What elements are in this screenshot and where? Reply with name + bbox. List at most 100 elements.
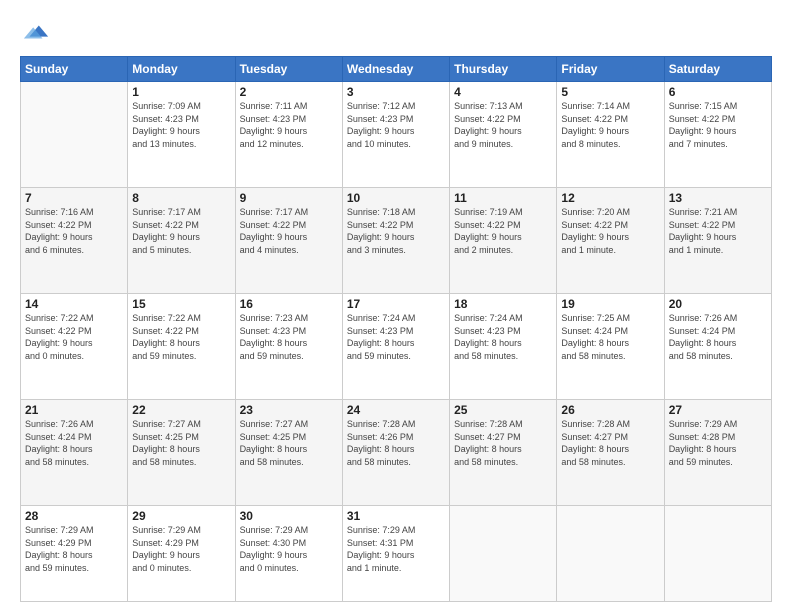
calendar-cell: 12Sunrise: 7:20 AMSunset: 4:22 PMDayligh… bbox=[557, 188, 664, 294]
calendar-cell: 4Sunrise: 7:13 AMSunset: 4:22 PMDaylight… bbox=[450, 82, 557, 188]
calendar-header-tuesday: Tuesday bbox=[235, 57, 342, 82]
logo-icon bbox=[22, 18, 50, 46]
day-number: 30 bbox=[240, 509, 338, 523]
day-info: Sunrise: 7:24 AMSunset: 4:23 PMDaylight:… bbox=[454, 312, 552, 362]
day-number: 6 bbox=[669, 85, 767, 99]
day-info: Sunrise: 7:28 AMSunset: 4:26 PMDaylight:… bbox=[347, 418, 445, 468]
day-info: Sunrise: 7:29 AMSunset: 4:29 PMDaylight:… bbox=[132, 524, 230, 574]
calendar-cell: 27Sunrise: 7:29 AMSunset: 4:28 PMDayligh… bbox=[664, 400, 771, 506]
calendar-header-wednesday: Wednesday bbox=[342, 57, 449, 82]
day-number: 25 bbox=[454, 403, 552, 417]
day-info: Sunrise: 7:26 AMSunset: 4:24 PMDaylight:… bbox=[669, 312, 767, 362]
day-number: 7 bbox=[25, 191, 123, 205]
calendar-cell: 14Sunrise: 7:22 AMSunset: 4:22 PMDayligh… bbox=[21, 294, 128, 400]
calendar-cell: 21Sunrise: 7:26 AMSunset: 4:24 PMDayligh… bbox=[21, 400, 128, 506]
day-info: Sunrise: 7:27 AMSunset: 4:25 PMDaylight:… bbox=[240, 418, 338, 468]
calendar-cell: 31Sunrise: 7:29 AMSunset: 4:31 PMDayligh… bbox=[342, 506, 449, 602]
calendar-cell: 6Sunrise: 7:15 AMSunset: 4:22 PMDaylight… bbox=[664, 82, 771, 188]
calendar-week-3: 14Sunrise: 7:22 AMSunset: 4:22 PMDayligh… bbox=[21, 294, 772, 400]
day-number: 2 bbox=[240, 85, 338, 99]
day-number: 4 bbox=[454, 85, 552, 99]
day-info: Sunrise: 7:29 AMSunset: 4:29 PMDaylight:… bbox=[25, 524, 123, 574]
day-info: Sunrise: 7:13 AMSunset: 4:22 PMDaylight:… bbox=[454, 100, 552, 150]
day-info: Sunrise: 7:24 AMSunset: 4:23 PMDaylight:… bbox=[347, 312, 445, 362]
calendar-cell bbox=[21, 82, 128, 188]
day-number: 24 bbox=[347, 403, 445, 417]
calendar-header-sunday: Sunday bbox=[21, 57, 128, 82]
day-info: Sunrise: 7:19 AMSunset: 4:22 PMDaylight:… bbox=[454, 206, 552, 256]
day-info: Sunrise: 7:25 AMSunset: 4:24 PMDaylight:… bbox=[561, 312, 659, 362]
calendar-header-monday: Monday bbox=[128, 57, 235, 82]
calendar-cell: 25Sunrise: 7:28 AMSunset: 4:27 PMDayligh… bbox=[450, 400, 557, 506]
calendar-week-1: 1Sunrise: 7:09 AMSunset: 4:23 PMDaylight… bbox=[21, 82, 772, 188]
day-info: Sunrise: 7:11 AMSunset: 4:23 PMDaylight:… bbox=[240, 100, 338, 150]
calendar-cell: 15Sunrise: 7:22 AMSunset: 4:22 PMDayligh… bbox=[128, 294, 235, 400]
day-number: 1 bbox=[132, 85, 230, 99]
calendar-week-4: 21Sunrise: 7:26 AMSunset: 4:24 PMDayligh… bbox=[21, 400, 772, 506]
header bbox=[20, 18, 772, 46]
day-info: Sunrise: 7:18 AMSunset: 4:22 PMDaylight:… bbox=[347, 206, 445, 256]
calendar-cell: 8Sunrise: 7:17 AMSunset: 4:22 PMDaylight… bbox=[128, 188, 235, 294]
day-info: Sunrise: 7:17 AMSunset: 4:22 PMDaylight:… bbox=[132, 206, 230, 256]
calendar-cell: 2Sunrise: 7:11 AMSunset: 4:23 PMDaylight… bbox=[235, 82, 342, 188]
day-number: 8 bbox=[132, 191, 230, 205]
day-number: 11 bbox=[454, 191, 552, 205]
day-info: Sunrise: 7:14 AMSunset: 4:22 PMDaylight:… bbox=[561, 100, 659, 150]
calendar-cell bbox=[557, 506, 664, 602]
day-number: 26 bbox=[561, 403, 659, 417]
calendar-cell bbox=[450, 506, 557, 602]
page: SundayMondayTuesdayWednesdayThursdayFrid… bbox=[0, 0, 792, 612]
day-info: Sunrise: 7:16 AMSunset: 4:22 PMDaylight:… bbox=[25, 206, 123, 256]
day-info: Sunrise: 7:28 AMSunset: 4:27 PMDaylight:… bbox=[454, 418, 552, 468]
day-number: 10 bbox=[347, 191, 445, 205]
day-number: 29 bbox=[132, 509, 230, 523]
calendar-cell: 1Sunrise: 7:09 AMSunset: 4:23 PMDaylight… bbox=[128, 82, 235, 188]
calendar-cell: 5Sunrise: 7:14 AMSunset: 4:22 PMDaylight… bbox=[557, 82, 664, 188]
calendar-cell: 7Sunrise: 7:16 AMSunset: 4:22 PMDaylight… bbox=[21, 188, 128, 294]
day-info: Sunrise: 7:22 AMSunset: 4:22 PMDaylight:… bbox=[25, 312, 123, 362]
day-number: 22 bbox=[132, 403, 230, 417]
calendar-cell: 26Sunrise: 7:28 AMSunset: 4:27 PMDayligh… bbox=[557, 400, 664, 506]
day-number: 3 bbox=[347, 85, 445, 99]
calendar-cell: 10Sunrise: 7:18 AMSunset: 4:22 PMDayligh… bbox=[342, 188, 449, 294]
day-number: 13 bbox=[669, 191, 767, 205]
day-number: 20 bbox=[669, 297, 767, 311]
calendar-header-saturday: Saturday bbox=[664, 57, 771, 82]
calendar-week-5: 28Sunrise: 7:29 AMSunset: 4:29 PMDayligh… bbox=[21, 506, 772, 602]
calendar-cell: 3Sunrise: 7:12 AMSunset: 4:23 PMDaylight… bbox=[342, 82, 449, 188]
calendar-cell: 17Sunrise: 7:24 AMSunset: 4:23 PMDayligh… bbox=[342, 294, 449, 400]
calendar-cell: 28Sunrise: 7:29 AMSunset: 4:29 PMDayligh… bbox=[21, 506, 128, 602]
day-number: 23 bbox=[240, 403, 338, 417]
calendar-cell: 24Sunrise: 7:28 AMSunset: 4:26 PMDayligh… bbox=[342, 400, 449, 506]
calendar-cell: 18Sunrise: 7:24 AMSunset: 4:23 PMDayligh… bbox=[450, 294, 557, 400]
calendar-header-friday: Friday bbox=[557, 57, 664, 82]
day-info: Sunrise: 7:17 AMSunset: 4:22 PMDaylight:… bbox=[240, 206, 338, 256]
day-number: 27 bbox=[669, 403, 767, 417]
day-info: Sunrise: 7:22 AMSunset: 4:22 PMDaylight:… bbox=[132, 312, 230, 362]
day-info: Sunrise: 7:20 AMSunset: 4:22 PMDaylight:… bbox=[561, 206, 659, 256]
calendar-cell: 16Sunrise: 7:23 AMSunset: 4:23 PMDayligh… bbox=[235, 294, 342, 400]
calendar-cell: 30Sunrise: 7:29 AMSunset: 4:30 PMDayligh… bbox=[235, 506, 342, 602]
day-info: Sunrise: 7:15 AMSunset: 4:22 PMDaylight:… bbox=[669, 100, 767, 150]
day-info: Sunrise: 7:26 AMSunset: 4:24 PMDaylight:… bbox=[25, 418, 123, 468]
day-info: Sunrise: 7:29 AMSunset: 4:28 PMDaylight:… bbox=[669, 418, 767, 468]
day-info: Sunrise: 7:28 AMSunset: 4:27 PMDaylight:… bbox=[561, 418, 659, 468]
calendar-cell: 29Sunrise: 7:29 AMSunset: 4:29 PMDayligh… bbox=[128, 506, 235, 602]
calendar-header-row: SundayMondayTuesdayWednesdayThursdayFrid… bbox=[21, 57, 772, 82]
calendar-cell: 13Sunrise: 7:21 AMSunset: 4:22 PMDayligh… bbox=[664, 188, 771, 294]
day-info: Sunrise: 7:21 AMSunset: 4:22 PMDaylight:… bbox=[669, 206, 767, 256]
calendar-cell: 23Sunrise: 7:27 AMSunset: 4:25 PMDayligh… bbox=[235, 400, 342, 506]
day-number: 15 bbox=[132, 297, 230, 311]
day-info: Sunrise: 7:12 AMSunset: 4:23 PMDaylight:… bbox=[347, 100, 445, 150]
logo bbox=[20, 18, 50, 46]
day-number: 28 bbox=[25, 509, 123, 523]
calendar-week-2: 7Sunrise: 7:16 AMSunset: 4:22 PMDaylight… bbox=[21, 188, 772, 294]
calendar-cell bbox=[664, 506, 771, 602]
day-number: 14 bbox=[25, 297, 123, 311]
day-number: 12 bbox=[561, 191, 659, 205]
calendar-cell: 22Sunrise: 7:27 AMSunset: 4:25 PMDayligh… bbox=[128, 400, 235, 506]
day-number: 21 bbox=[25, 403, 123, 417]
day-number: 19 bbox=[561, 297, 659, 311]
calendar-cell: 19Sunrise: 7:25 AMSunset: 4:24 PMDayligh… bbox=[557, 294, 664, 400]
day-info: Sunrise: 7:29 AMSunset: 4:31 PMDaylight:… bbox=[347, 524, 445, 574]
